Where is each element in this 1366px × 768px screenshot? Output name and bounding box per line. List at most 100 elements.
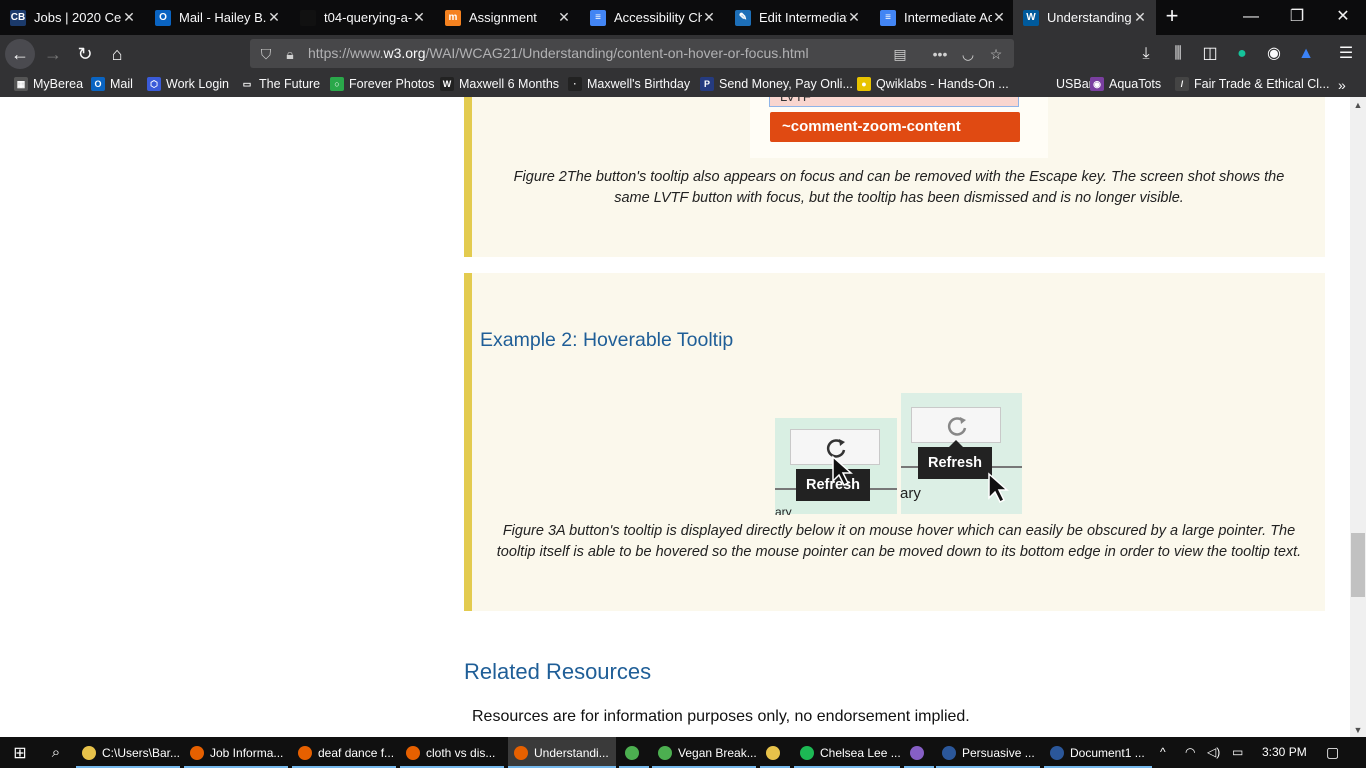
- taskbar-item[interactable]: Vegan Break...: [652, 737, 757, 768]
- bookmark-item[interactable]: · Maxwell's Birthday: [568, 77, 690, 91]
- taskbar-item[interactable]: [619, 737, 649, 768]
- shield-icon[interactable]: ⛉: [256, 44, 276, 64]
- battery-icon[interactable]: ▭: [1232, 737, 1243, 768]
- lock-icon[interactable]: 🔒︎: [280, 44, 300, 64]
- bookmark-item[interactable]: ▦ MyBerea: [14, 77, 83, 91]
- taskbar-item[interactable]: [904, 737, 934, 768]
- bookmark-label: MyBerea: [33, 77, 84, 91]
- bookmark-label: Send Money, Pay Onli...: [719, 77, 853, 91]
- tab-8[interactable]: W Understanding ✕: [1013, 0, 1156, 35]
- bookmark-item[interactable]: / Fair Trade & Ethical Cl...: [1175, 77, 1329, 91]
- outlook-icon: O: [155, 9, 171, 26]
- taskbar-item[interactable]: Job Informa...: [184, 737, 288, 768]
- search-icon[interactable]: ⌕: [40, 737, 72, 768]
- bookmark-label: Maxwell's Birthday: [587, 77, 691, 91]
- app-icon: [298, 745, 312, 760]
- page-actions-icon[interactable]: •••: [930, 44, 950, 64]
- tab-2[interactable]: O Mail - Hailey B. ✕: [145, 0, 290, 35]
- bookmark-icon: /: [1175, 77, 1189, 91]
- taskbar-item[interactable]: C:\Users\Bar...: [76, 737, 180, 768]
- close-tab-icon[interactable]: ✕: [991, 9, 1007, 25]
- taskbar-item[interactable]: Persuasive ...: [936, 737, 1040, 768]
- close-tab-icon[interactable]: ✕: [556, 9, 572, 25]
- home-button[interactable]: ⌂: [102, 39, 132, 69]
- tab-6[interactable]: ✎ Edit Intermediat ✕: [725, 0, 870, 35]
- bookmark-item[interactable]: ● Qwiklabs - Hands-On ...: [857, 77, 1009, 91]
- close-tab-icon[interactable]: ✕: [846, 9, 862, 25]
- edit-icon: ✎: [735, 9, 751, 26]
- scroll-up-arrow-icon[interactable]: ▲: [1350, 98, 1366, 112]
- minimize-icon[interactable]: —: [1228, 0, 1274, 35]
- bookmark-label: Forever Photos: [349, 77, 435, 91]
- taskbar-item[interactable]: Chelsea Lee ...: [794, 737, 901, 768]
- library-icon[interactable]: ⫼: [1166, 42, 1190, 66]
- tooltip-right: Refresh: [918, 447, 992, 479]
- tab-title: Accessibility Ch: [614, 10, 702, 25]
- sidebar-icon[interactable]: ◫: [1198, 42, 1222, 66]
- reload-button[interactable]: ↻: [70, 39, 100, 69]
- tab-1[interactable]: CB Jobs | 2020 Cens✕: [0, 0, 145, 35]
- close-tab-icon[interactable]: ✕: [266, 9, 282, 25]
- windows-taskbar: ⊞ ⌕ C:\Users\Bar... Job Informa... deaf da…: [0, 737, 1366, 768]
- bookmark-item[interactable]: O Mail: [91, 77, 133, 91]
- reader-view-icon[interactable]: ▤: [890, 44, 910, 64]
- tab-4[interactable]: m Assignment ✕: [435, 0, 580, 35]
- menu-icon[interactable]: ☰: [1334, 42, 1358, 66]
- resources-disclaimer: Resources are for information purposes o…: [472, 708, 970, 725]
- url-text[interactable]: https://www.w3.org/WAI/WCAG21/Understand…: [308, 45, 809, 61]
- account-icon[interactable]: ◉: [1262, 42, 1286, 66]
- scrollbar-thumb[interactable]: [1351, 533, 1365, 597]
- bookmark-icon: ⬡: [147, 77, 161, 91]
- tab-5[interactable]: ≡ Accessibility Ch ✕: [580, 0, 725, 35]
- bookmark-item[interactable]: ◉ AquaTots: [1090, 77, 1161, 91]
- bookmark-icon: P: [700, 77, 714, 91]
- app-icon: [1050, 745, 1064, 760]
- extension-icon[interactable]: ▲: [1294, 42, 1318, 66]
- bookmark-item[interactable]: ▭ The Future: [240, 77, 320, 91]
- taskbar-item[interactable]: [760, 737, 790, 768]
- downloads-icon[interactable]: ⤓: [1134, 42, 1158, 66]
- taskbar-item[interactable]: Document1 ...: [1044, 737, 1152, 768]
- taskbar-label: cloth vs dis...: [426, 745, 496, 760]
- bookmark-label: The Future: [259, 77, 321, 91]
- scroll-down-arrow-icon[interactable]: ▼: [1350, 723, 1366, 737]
- close-window-icon[interactable]: ✕: [1320, 0, 1366, 35]
- windows-start-icon[interactable]: ⊞: [0, 737, 40, 768]
- bookmark-item[interactable]: P Send Money, Pay Onli...: [700, 77, 853, 91]
- page-scrollbar[interactable]: [1350, 97, 1366, 737]
- close-tab-icon[interactable]: ✕: [701, 9, 717, 25]
- bookmark-item[interactable]: ○ Forever Photos: [330, 77, 434, 91]
- forward-button[interactable]: →: [38, 39, 68, 69]
- tab-title: Intermediate Ac: [904, 10, 992, 25]
- tab-7[interactable]: ≡ Intermediate Ac ✕: [870, 0, 1015, 35]
- address-bar[interactable]: ⛉ 🔒︎ https://www.w3.org/WAI/WCAG21/Under…: [250, 39, 1014, 68]
- bookmark-star-icon[interactable]: ☆: [986, 44, 1006, 64]
- close-tab-icon[interactable]: ✕: [121, 9, 137, 25]
- pocket-icon[interactable]: ◡: [958, 44, 978, 64]
- close-tab-icon[interactable]: ✕: [411, 9, 427, 25]
- tab-3[interactable]: t04-querying-a- ✕: [290, 0, 435, 35]
- back-button[interactable]: ←: [5, 39, 35, 69]
- close-tab-icon[interactable]: ✕: [1132, 9, 1148, 25]
- grammarly-icon[interactable]: ●: [1230, 42, 1254, 66]
- show-hidden-icons-icon[interactable]: ^: [1160, 737, 1166, 768]
- new-tab-button[interactable]: +: [1160, 4, 1184, 28]
- under-text-left: ary: [775, 509, 815, 515]
- mouse-pointer-icon: [832, 455, 853, 487]
- bookmark-item[interactable]: ⬡ Work Login: [147, 77, 229, 91]
- more-bookmarks-icon[interactable]: »: [1338, 77, 1346, 93]
- volume-icon[interactable]: ◁): [1207, 737, 1220, 768]
- restore-icon[interactable]: ❐: [1274, 0, 1320, 35]
- bookmarks-toolbar: ▦ MyBerea O Mail ⬡ Work Login ▭ The Future ○ Fore…: [0, 73, 1366, 97]
- example-2-heading: Example 2: Hoverable Tooltip: [480, 329, 734, 351]
- taskbar-item[interactable]: deaf dance f...: [292, 737, 396, 768]
- bookmark-label: Maxwell 6 Months: [459, 77, 560, 91]
- taskbar-item[interactable]: Understandi...: [508, 737, 616, 768]
- notifications-icon[interactable]: ▢: [1326, 737, 1339, 768]
- taskbar-item[interactable]: cloth vs dis...: [400, 737, 504, 768]
- bookmark-label: AquaTots: [1109, 77, 1162, 91]
- clock[interactable]: 3:30 PM: [1262, 737, 1307, 768]
- page-content: LVTF ~comment-zoom-content Figure 2The b…: [0, 97, 1350, 737]
- network-icon[interactable]: ◠: [1185, 737, 1195, 768]
- bookmark-item[interactable]: W Maxwell 6 Months: [440, 77, 559, 91]
